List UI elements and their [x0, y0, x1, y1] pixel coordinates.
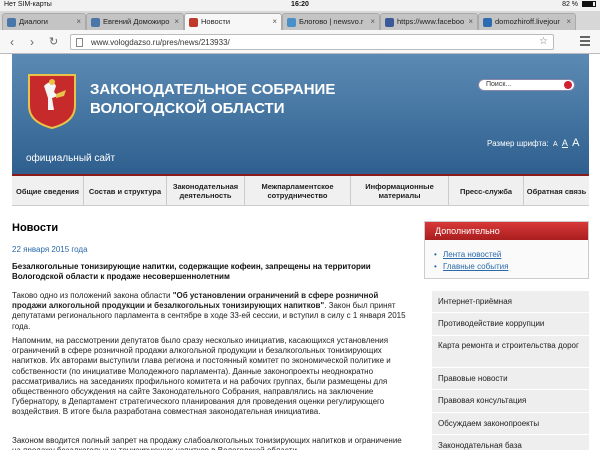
font-size-medium[interactable]: А	[562, 138, 568, 148]
article-date: 22 января 2015 года	[12, 245, 88, 254]
search-button[interactable]	[564, 81, 572, 89]
tab-livejournal[interactable]: domozhiroff.livejour ×	[478, 13, 576, 30]
site-title: ЗАКОНОДАТЕЛЬНОЕ СОБРАНИЕ ВОЛОГОДСКОЙ ОБЛ…	[90, 81, 336, 117]
side-item-legal-consultation[interactable]: Правовая консультация	[432, 390, 589, 413]
livejournal-icon	[483, 18, 492, 27]
link-main-events[interactable]: Главные события	[434, 262, 508, 271]
tab-label: Новости	[201, 17, 231, 26]
forward-icon[interactable]: ›	[30, 35, 34, 49]
clock: 16:20	[291, 1, 309, 8]
page-title: Новости	[12, 222, 59, 234]
font-size-small[interactable]: А	[553, 141, 558, 148]
battery-indicator: 82 %	[562, 1, 596, 8]
close-icon[interactable]: ×	[370, 17, 375, 26]
tab-label: Евгений Доможиро	[103, 17, 170, 26]
status-bar: Нет SIM-карты 16:20 82 %	[0, 0, 600, 11]
nav-press[interactable]: Пресс-служба	[449, 176, 524, 206]
vk-icon	[7, 18, 16, 27]
close-icon[interactable]: ×	[468, 17, 473, 26]
article-paragraph-1: Таково одно из положений закона области …	[12, 291, 410, 332]
menu-icon[interactable]	[580, 36, 590, 48]
tab-facebook[interactable]: https://www.faceboo ×	[380, 13, 478, 30]
vk-icon	[91, 18, 100, 27]
nav-materials[interactable]: Информационные материалы	[351, 176, 449, 206]
back-icon[interactable]: ‹	[10, 35, 14, 49]
additional-box: Дополнительно Лента новостей Главные соб…	[424, 221, 589, 279]
close-icon[interactable]: ×	[566, 17, 571, 26]
additional-title: Дополнительно	[425, 222, 588, 240]
article-paragraph-2: Напомним, на рассмотрении депутатов было…	[12, 336, 391, 417]
nav-structure[interactable]: Состав и структура	[84, 176, 167, 206]
blog-icon	[287, 18, 296, 27]
address-bar-row: ‹ › ↻ www.vologdazso.ru/pres/news/213933…	[0, 30, 600, 54]
side-item-legislation-base[interactable]: Законодательная база	[432, 434, 589, 450]
tab-label: https://www.faceboo	[397, 17, 465, 26]
tab-label: Блогово | newsvo.r	[299, 17, 364, 26]
side-item-discuss-bills[interactable]: Обсуждаем законопроекты	[432, 412, 589, 435]
side-item-legal-news[interactable]: Правовые новости	[432, 367, 589, 391]
facebook-icon	[385, 18, 394, 27]
nav-legislation[interactable]: Законодательная деятельность	[167, 176, 245, 206]
tab-label: domozhiroff.livejour	[495, 17, 560, 26]
font-size-control: Размер шрифта: А А А	[487, 137, 579, 149]
search-placeholder: Поиск...	[486, 81, 512, 88]
article-paragraph-3: Законом вводится полный запрет на продаж…	[12, 436, 402, 450]
search-input[interactable]: Поиск...	[478, 79, 575, 91]
paragraph-text: Таково одно из положений закона области	[12, 291, 173, 300]
url-text[interactable]: www.vologdazso.ru/pres/news/213933/	[91, 38, 230, 47]
side-item-internet-reception[interactable]: Интернет-приёмная	[432, 291, 589, 314]
tab-blogovo[interactable]: Блогово | newsvo.r ×	[282, 13, 380, 30]
bookmark-star-icon[interactable]: ☆	[539, 36, 548, 47]
tab-strip: Диалоги × Евгений Доможиро × Новости × Б…	[0, 11, 600, 30]
reload-icon[interactable]: ↻	[49, 35, 58, 48]
page-icon	[76, 38, 83, 47]
font-size-label: Размер шрифта:	[487, 139, 549, 148]
main-nav: Общие сведения Состав и структура Законо…	[12, 174, 589, 206]
close-icon[interactable]: ×	[272, 17, 277, 26]
address-bar[interactable]: www.vologdazso.ru/pres/news/213933/ ☆	[70, 34, 554, 50]
battery-percent: 82 %	[562, 1, 579, 8]
nav-cooperation[interactable]: Межпарламентское сотрудничество	[245, 176, 351, 206]
close-icon[interactable]: ×	[174, 17, 179, 26]
tab-news[interactable]: Новости ×	[184, 13, 282, 30]
tab-dialogs[interactable]: Диалоги ×	[2, 13, 86, 30]
site-subtitle: официальный сайт	[26, 153, 116, 164]
article-headline: Безалкогольные тонизирующие напитки, сод…	[12, 262, 371, 282]
side-menu: Интернет-приёмная Противодействие корруп…	[432, 291, 589, 450]
tab-evgeny[interactable]: Евгений Доможиро ×	[86, 13, 184, 30]
nav-general[interactable]: Общие сведения	[12, 176, 84, 206]
coat-of-arms-icon	[28, 74, 76, 130]
battery-icon	[582, 1, 596, 7]
close-icon[interactable]: ×	[76, 17, 81, 26]
nav-feedback[interactable]: Обратная связь	[524, 176, 589, 206]
site-icon	[189, 18, 198, 27]
side-item-anticorruption[interactable]: Противодействие коррупции	[432, 313, 589, 336]
side-item-road-map[interactable]: Карта ремонта и строительства дорог	[432, 335, 589, 368]
tab-label: Диалоги	[19, 17, 48, 26]
site-header: ЗАКОНОДАТЕЛЬНОЕ СОБРАНИЕ ВОЛОГОДСКОЙ ОБЛ…	[12, 54, 589, 174]
link-news-feed[interactable]: Лента новостей	[434, 250, 501, 259]
font-size-large[interactable]: А	[572, 137, 579, 149]
